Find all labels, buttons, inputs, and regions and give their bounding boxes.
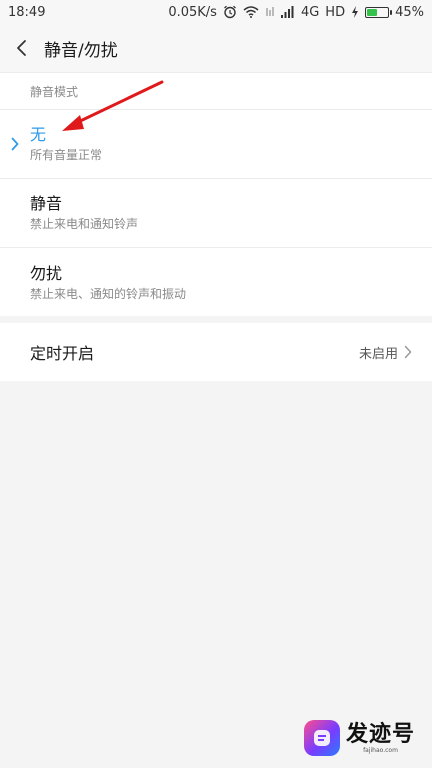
mode-desc: 禁止来电、通知的铃声和振动 <box>30 286 187 301</box>
status-time: 18:49 <box>8 4 46 20</box>
section-header: 静音模式 <box>0 73 432 110</box>
watermark-logo-icon <box>304 720 340 756</box>
battery-percent: 45% <box>395 4 424 20</box>
page-title: 静音/勿扰 <box>44 40 118 61</box>
mode-item-dnd[interactable]: 勿扰 禁止来电、通知的铃声和振动 <box>0 248 432 317</box>
schedule-value: 未启用 <box>358 346 398 362</box>
status-bar: 18:49 0.05K/s 4G HD 45% <box>0 0 432 24</box>
mode-title: 静音 <box>30 194 63 213</box>
battery-icon <box>365 6 393 18</box>
battery-fill <box>367 8 377 16</box>
network-type: 4G <box>300 4 320 20</box>
status-icons: 0.05K/s 4G HD 45% <box>168 5 424 20</box>
hd-indicator: HD <box>325 4 346 20</box>
mode-desc: 禁止来电和通知铃声 <box>30 217 139 231</box>
chevron-left-icon <box>17 40 26 56</box>
network-speed: 0.05K/s <box>168 4 217 20</box>
wifi-icon <box>243 6 259 18</box>
chevron-right-icon <box>404 345 412 359</box>
mode-title: 无 <box>30 125 47 144</box>
schedule-status: 未启用 <box>359 343 412 362</box>
mode-desc: 所有音量正常 <box>30 148 103 162</box>
mode-list: 静音模式 无 所有音量正常 静音 禁止来电和通知铃声 勿扰 禁止来电、通知的铃声… <box>0 72 432 316</box>
charging-icon <box>351 6 359 18</box>
mode-title: 勿扰 <box>30 263 63 283</box>
signal-icon <box>280 6 295 18</box>
schedule-row[interactable]: 定时开启 未启用 <box>0 323 432 381</box>
mode-item-none[interactable]: 无 所有音量正常 <box>0 110 432 179</box>
no-sim-signal-icon <box>265 6 275 18</box>
watermark-text: 发迹号 <box>346 721 416 747</box>
back-button[interactable] <box>0 24 44 72</box>
watermark-text-group: 发迹号 fajihao.com <box>346 721 416 754</box>
mode-item-silent[interactable]: 静音 禁止来电和通知铃声 <box>0 179 432 248</box>
alarm-icon <box>223 5 237 19</box>
selected-chevron-icon <box>8 137 22 151</box>
watermark-subtext: fajihao.com <box>363 746 398 754</box>
watermark: 发迹号 fajihao.com <box>304 712 424 764</box>
title-bar: 静音/勿扰 <box>0 24 432 72</box>
schedule-label: 定时开启 <box>30 344 95 363</box>
